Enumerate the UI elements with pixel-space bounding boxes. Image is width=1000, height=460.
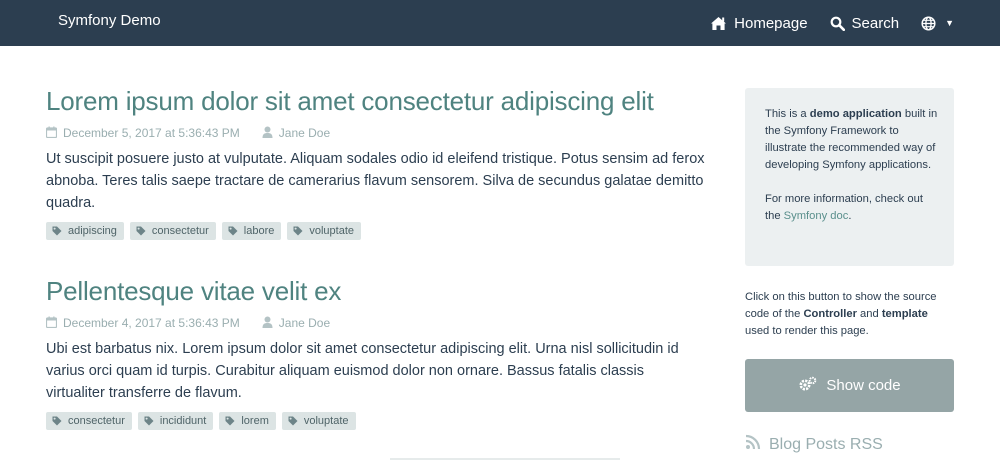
post-item: Lorem ipsum dolor sit amet consectetur a… — [45, 84, 706, 240]
rss-link[interactable]: Blog Posts RSS — [745, 434, 954, 455]
rss-label: Blog Posts RSS — [769, 435, 883, 453]
show-code-label: Show code — [826, 377, 901, 394]
post-tags: consectetur incididunt lorem voluptate — [46, 412, 706, 430]
tag-voluptate[interactable]: voluptate — [281, 412, 356, 430]
post-item: Pellentesque vitae velit ex December 4, … — [45, 274, 706, 430]
post-title-link[interactable]: Lorem ipsum dolor sit amet consectetur a… — [46, 84, 706, 118]
tag-lorem[interactable]: lorem — [219, 412, 276, 430]
about-panel: This is a demo application built in the … — [745, 88, 954, 266]
post-date: December 4, 2017 at 5:36:43 PM — [63, 316, 240, 330]
homepage-label: Homepage — [734, 14, 808, 32]
chevron-down-icon: ▼ — [945, 18, 954, 28]
search-link[interactable]: Search — [830, 14, 900, 32]
tag-icon — [228, 226, 238, 236]
tag-consectetur[interactable]: consectetur — [129, 222, 216, 240]
search-label: Search — [851, 14, 900, 32]
show-code-hint: Click on this button to show the source … — [745, 291, 937, 337]
home-icon — [710, 16, 727, 31]
cogs-icon — [798, 376, 818, 396]
post-date: December 5, 2017 at 5:36:43 PM — [63, 126, 240, 140]
tag-icon — [293, 226, 303, 236]
tag-labore[interactable]: labore — [221, 222, 282, 240]
about-text: This is a demo application built in the … — [765, 108, 938, 171]
sidebar: This is a demo application built in the … — [745, 88, 954, 455]
tag-icon — [288, 416, 298, 426]
language-dropdown[interactable]: ▼ — [921, 15, 954, 31]
user-icon — [262, 316, 273, 331]
post-summary: Ut suscipit posuere justo at vulputate. … — [46, 151, 705, 211]
post-list: Lorem ipsum dolor sit amet consectetur a… — [45, 84, 706, 430]
rss-icon — [745, 434, 761, 455]
show-code-button[interactable]: Show code — [745, 359, 954, 412]
calendar-icon — [45, 316, 58, 331]
tag-adipiscing[interactable]: adipiscing — [46, 222, 124, 240]
post-title-link[interactable]: Pellentesque vitae velit ex — [46, 274, 706, 308]
tag-icon — [225, 416, 235, 426]
symfony-doc-link[interactable]: Symfony doc — [784, 210, 849, 222]
tag-icon — [136, 226, 146, 236]
post-tags: adipiscing consectetur labore voluptate — [46, 222, 706, 240]
nav-right: Homepage Search ▼ — [710, 0, 954, 46]
brand-link[interactable]: Symfony Demo — [58, 12, 161, 29]
tag-icon — [144, 416, 154, 426]
tag-icon — [52, 226, 62, 236]
top-navbar: Symfony Demo Homepage Search ▼ — [0, 0, 1000, 46]
search-icon — [830, 16, 845, 31]
homepage-link[interactable]: Homepage — [710, 14, 808, 32]
post-author: Jane Doe — [278, 316, 331, 330]
tag-icon — [52, 416, 62, 426]
post-metadata: December 4, 2017 at 5:36:43 PM Jane Doe — [45, 314, 706, 332]
calendar-icon — [45, 126, 58, 141]
tag-incididunt[interactable]: incididunt — [137, 412, 214, 430]
post-summary: Ubi est barbatus nix. Lorem ipsum dolor … — [46, 341, 679, 401]
tag-consectetur[interactable]: consectetur — [46, 412, 132, 430]
user-icon — [262, 126, 273, 141]
post-author: Jane Doe — [278, 126, 331, 140]
globe-icon — [921, 15, 936, 31]
tag-voluptate[interactable]: voluptate — [287, 222, 362, 240]
post-metadata: December 5, 2017 at 5:36:43 PM Jane Doe — [45, 124, 706, 142]
more-info-text: For more information, check out the Symf… — [765, 193, 923, 222]
